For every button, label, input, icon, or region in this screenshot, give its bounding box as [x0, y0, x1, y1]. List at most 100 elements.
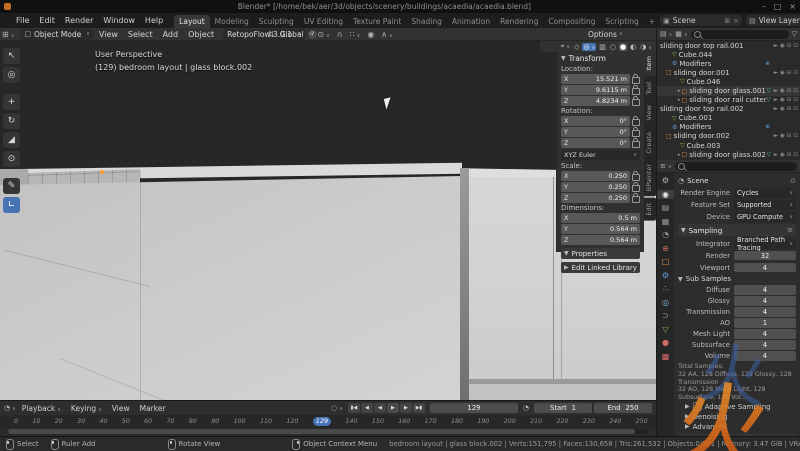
tab-animation[interactable]: Animation — [447, 15, 495, 28]
outliner-row-object[interactable]: ▸ □ sliding door glass.002 ▽ ►◉⊟⊡ — [657, 150, 800, 159]
disable-render-icon[interactable]: ⊡ — [793, 106, 798, 112]
new-scene-icon[interactable]: ⊞ — [724, 17, 730, 25]
expand-icon[interactable]: ▸ — [678, 88, 681, 94]
disable-viewport-icon[interactable]: ⊟ — [787, 106, 792, 112]
location-z-field[interactable]: Z4.8234 m — [561, 96, 630, 106]
menu-view[interactable]: View — [108, 404, 134, 413]
npanel-tab-item[interactable]: Item — [644, 51, 656, 76]
outliner-row-mesh[interactable]: ▽ Cube.001 — [657, 114, 800, 123]
tab-modeling[interactable]: Modeling — [210, 15, 254, 28]
view-layer-selector[interactable]: ▤ View Layer ⊞ × — [746, 15, 800, 26]
lock-icon[interactable] — [632, 88, 640, 95]
scene-selector[interactable]: ▣ Scene ⊞ × — [660, 15, 742, 26]
shading-wireframe-icon[interactable]: ○ — [609, 43, 617, 51]
shading-solid-icon[interactable]: ● — [619, 43, 627, 51]
snap-settings-icon[interactable]: ∷∨ — [348, 30, 363, 39]
dimensions-x-field[interactable]: X0.5 m — [561, 213, 640, 223]
measure-tool-active[interactable]: ∟ — [3, 197, 20, 213]
rotation-y-field[interactable]: Y0° — [561, 127, 630, 137]
advanced-header[interactable]: ▶Advanced — [678, 422, 796, 432]
tab-layout[interactable]: Layout — [174, 15, 210, 28]
mesh-light-samples-field[interactable]: 4 — [734, 329, 796, 339]
disable-viewport-icon[interactable]: ⊟ — [787, 152, 792, 158]
editor-type-icon[interactable]: ⊞∨ — [0, 30, 16, 39]
current-frame-field[interactable]: 129 — [430, 403, 518, 413]
npanel-tab-bpainter[interactable]: BPainter — [644, 159, 656, 196]
minimize-button[interactable]: – — [762, 2, 766, 11]
display-mode-dropdown-icon[interactable]: ▤∨ — [660, 30, 672, 38]
transform-panel-header[interactable]: ▼ Transform — [561, 53, 640, 64]
proportional-falloff-icon[interactable]: ∧∨ — [379, 30, 395, 39]
tab-rendering[interactable]: Rendering — [495, 15, 543, 28]
outliner-row-object[interactable]: □ sliding door.002 ►◉⊟⊡ — [657, 132, 800, 141]
gizmo-toggle-icon[interactable]: ◇ — [573, 43, 580, 51]
outliner-row-mesh[interactable]: ▽ Cube.046 — [657, 77, 800, 86]
options-dropdown[interactable]: Options∨ — [588, 30, 623, 39]
outliner-row-modifiers[interactable]: ⚙ Modifiers ⊕ — [657, 59, 800, 68]
xray-toggle-icon[interactable]: ▥ — [598, 43, 607, 51]
render-samples-field[interactable]: 32 — [734, 251, 796, 261]
selectable-icon[interactable]: ► — [774, 43, 778, 49]
menu-window[interactable]: Window — [98, 16, 140, 25]
prev-keyframe-button[interactable]: ◀ — [361, 403, 373, 413]
tab-constraint-properties[interactable]: ⊃ — [657, 311, 674, 320]
hide-viewport-icon[interactable]: ◉ — [780, 70, 785, 76]
viewport-samples-field[interactable]: 4 — [734, 263, 796, 273]
lock-icon[interactable] — [632, 119, 640, 126]
lock-icon[interactable] — [632, 196, 640, 203]
add-workspace-button[interactable]: + — [644, 15, 660, 28]
expand-icon[interactable]: ▸ — [678, 152, 681, 158]
rotation-x-field[interactable]: X0° — [561, 116, 630, 126]
hide-viewport-icon[interactable]: ◉ — [780, 106, 785, 112]
disable-render-icon[interactable]: ⊡ — [793, 88, 798, 94]
tab-view-layer-properties[interactable]: ▦ — [657, 217, 674, 226]
frame-start-field[interactable]: Start1 — [534, 403, 592, 413]
snap-magnet-icon[interactable]: ∩ — [335, 30, 345, 39]
menu-add[interactable]: Add — [158, 30, 184, 39]
disable-render-icon[interactable]: ⊡ — [793, 70, 798, 76]
denoising-header[interactable]: ▶Denoising — [678, 412, 796, 422]
screw-modifier-icon[interactable]: ⊕ — [765, 124, 770, 130]
outliner-row-collection[interactable]: sliding door top rail.002 ►◉⊟⊡ — [657, 105, 800, 114]
scale-z-field[interactable]: Z0.250 — [561, 193, 630, 203]
outliner-row-object[interactable]: □ sliding door.001 ►◉⊟⊡ — [657, 68, 800, 77]
menu-playback[interactable]: Playback∨ — [18, 404, 65, 413]
next-keyframe-button[interactable]: ▶ — [400, 403, 412, 413]
screw-modifier-icon[interactable]: ⊕ — [765, 61, 770, 67]
tab-scripting[interactable]: Scripting — [600, 15, 643, 28]
outliner-row-mesh[interactable]: ▽ Cube.003 — [657, 141, 800, 150]
outliner-row-object[interactable]: ▸ □ sliding door rail cutter.002 ▽ ►◉⊟⊡ — [657, 96, 800, 105]
sub-samples-header[interactable]: ▼Sub Samples — [678, 274, 796, 284]
tab-scene-properties[interactable]: ◔ — [657, 230, 674, 239]
npanel-tab-edit[interactable]: Edit — [644, 198, 656, 221]
diffuse-samples-field[interactable]: 4 — [734, 285, 796, 295]
adaptive-sampling-header[interactable]: ▶Adaptive Sampling — [678, 402, 796, 412]
lock-icon[interactable] — [632, 130, 640, 137]
hide-viewport-icon[interactable]: ◉ — [780, 133, 785, 139]
tab-render-properties[interactable]: ◉ — [657, 190, 674, 199]
pivot-point-icon[interactable]: ⊙∨ — [315, 30, 331, 39]
menu-view[interactable]: View — [94, 30, 123, 39]
timeline-scrollbar[interactable] — [8, 429, 648, 434]
outliner-row-collection[interactable]: sliding door top rail.001 ►◉⊟⊡ — [657, 41, 800, 50]
scrollbar-thumb[interactable] — [8, 429, 635, 434]
rotate-tool[interactable]: ↻ — [3, 113, 20, 129]
device-dropdown[interactable]: GPU Compute∨ — [734, 212, 796, 222]
tab-physics-properties[interactable]: ◎ — [657, 298, 674, 307]
menu-object[interactable]: Object — [183, 30, 219, 39]
menu-file[interactable]: File — [11, 16, 34, 25]
selectable-icon[interactable]: ► — [774, 88, 778, 94]
playhead-frame-pill[interactable]: 129 — [313, 417, 331, 426]
disable-render-icon[interactable]: ⊡ — [793, 97, 798, 103]
render-engine-dropdown[interactable]: Cycles∨ — [734, 188, 796, 198]
subsurface-samples-field[interactable]: 4 — [734, 340, 796, 350]
adaptive-sampling-checkbox[interactable] — [693, 402, 702, 411]
npanel-tab-create[interactable]: Create — [644, 127, 656, 159]
hide-viewport-icon[interactable]: ◉ — [780, 97, 785, 103]
preset-icon[interactable]: ≡ — [787, 226, 793, 234]
integrator-dropdown[interactable]: Branched Path Tracing∨ — [734, 239, 796, 249]
scale-y-field[interactable]: Y0.250 — [561, 182, 630, 192]
use-preview-range-icon[interactable]: ◔ — [520, 404, 532, 412]
hide-viewport-icon[interactable]: ◉ — [780, 88, 785, 94]
play-reverse-button[interactable]: ◀ — [374, 403, 386, 413]
